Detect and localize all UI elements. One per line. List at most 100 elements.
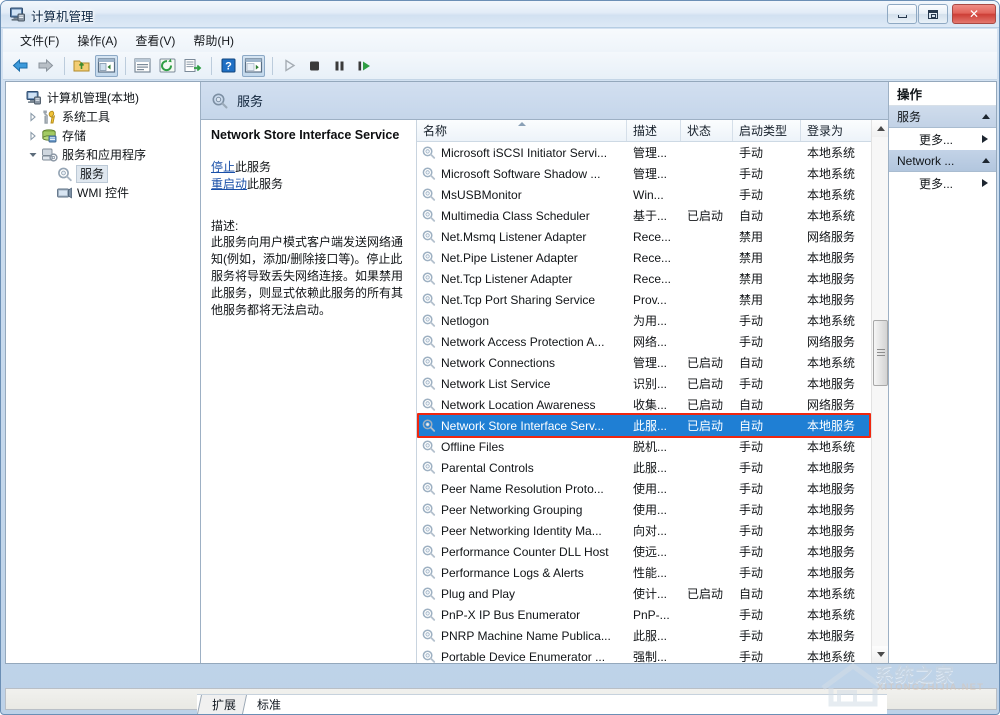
arrow-right-icon	[36, 57, 55, 74]
table-row[interactable]: PNRP Machine Name Publica...此服...手动本地服务	[417, 625, 871, 646]
action-more-network-store[interactable]: 更多...	[889, 172, 996, 194]
action-group-network-store[interactable]: Network ...	[889, 150, 996, 172]
caret-up-icon[interactable]	[982, 158, 990, 163]
minimize-button[interactable]	[887, 4, 917, 24]
table-row[interactable]: Netlogon为用...手动本地系统	[417, 310, 871, 331]
forward-button[interactable]	[34, 55, 57, 77]
tree-node-label: 服务	[76, 165, 108, 183]
chevron-right-icon[interactable]	[25, 109, 41, 125]
service-name-text: Performance Logs & Alerts	[441, 566, 584, 580]
tree-node-2[interactable]: 存储	[6, 126, 200, 145]
tree-node-3[interactable]: 服务和应用程序	[6, 145, 200, 164]
tree-node-5[interactable]: WMI 控件	[6, 183, 200, 202]
table-row[interactable]: Peer Networking Grouping使用...手动本地服务	[417, 499, 871, 520]
menu-file[interactable]: 文件(F)	[11, 29, 68, 52]
cell-startup: 自动	[733, 396, 801, 413]
table-row[interactable]: Network Connections管理...已启动自动本地系统	[417, 352, 871, 373]
table-row[interactable]: Performance Logs & Alerts性能...手动本地服务	[417, 562, 871, 583]
scroll-down-button[interactable]	[872, 646, 888, 663]
column-log-on-as[interactable]: 登录为	[801, 120, 871, 141]
tree-node-4[interactable]: 服务	[6, 164, 200, 183]
table-row[interactable]: Offline Files脱机...手动本地系统	[417, 436, 871, 457]
stop-service-link[interactable]: 停止	[211, 160, 235, 174]
table-row[interactable]: Microsoft Software Shadow ...管理...手动本地系统	[417, 163, 871, 184]
stop-icon	[305, 57, 324, 74]
menu-action[interactable]: 操作(A)	[68, 29, 126, 52]
table-row[interactable]: Network Store Interface Serv...此服...已启动自…	[417, 415, 871, 436]
up-one-level-button[interactable]	[70, 55, 93, 77]
service-gear-icon	[421, 292, 436, 307]
table-row[interactable]: Parental Controls此服...手动本地服务	[417, 457, 871, 478]
table-row[interactable]: Microsoft iSCSI Initiator Servi...管理...手…	[417, 142, 871, 163]
restart-service-button[interactable]	[353, 55, 376, 77]
scrollbar-thumb[interactable]	[873, 320, 888, 386]
stop-service-button[interactable]	[303, 55, 326, 77]
table-row[interactable]: Peer Name Resolution Proto...使用...手动本地服务	[417, 478, 871, 499]
restart-service-link[interactable]: 重启动	[211, 177, 247, 191]
restart-service-link-line: 重启动此服务	[211, 176, 406, 193]
service-gear-icon	[421, 523, 436, 538]
action-group-services[interactable]: 服务	[889, 106, 996, 128]
table-row[interactable]: Net.Msmq Listener AdapterRece...禁用网络服务	[417, 226, 871, 247]
table-row[interactable]: Multimedia Class Scheduler基于...已启动自动本地系统	[417, 205, 871, 226]
cell-description: 此服...	[627, 417, 681, 434]
services-list-pane: 名称描述状态启动类型登录为 Microsoft iSCSI Initiator …	[417, 120, 871, 663]
chevron-right-icon[interactable]	[25, 128, 41, 144]
properties-button[interactable]	[131, 55, 154, 77]
tab-standard[interactable]: 标准	[242, 695, 293, 714]
start-service-button[interactable]	[278, 55, 301, 77]
table-row[interactable]: Network Access Protection A...网络...手动网络服…	[417, 331, 871, 352]
services-list-scrollbar[interactable]	[871, 120, 888, 663]
table-row[interactable]: Net.Pipe Listener AdapterRece...禁用本地服务	[417, 247, 871, 268]
close-button[interactable]: ✕	[952, 4, 996, 24]
refresh-icon	[158, 57, 177, 74]
table-row[interactable]: MsUSBMonitorWin...手动本地系统	[417, 184, 871, 205]
menu-help[interactable]: 帮助(H)	[184, 29, 243, 52]
cell-description: 强制...	[627, 648, 681, 663]
cell-description: 为用...	[627, 312, 681, 329]
service-name-text: Microsoft iSCSI Initiator Servi...	[441, 146, 607, 160]
sort-ascending-icon	[518, 122, 526, 126]
service-name-text: Net.Tcp Port Sharing Service	[441, 293, 595, 307]
action-more-services[interactable]: 更多...	[889, 128, 996, 150]
tree-node-1[interactable]: 系统工具	[6, 107, 200, 126]
pause-service-button[interactable]	[328, 55, 351, 77]
cell-logon: 本地系统	[801, 585, 871, 602]
table-row[interactable]: Network List Service识别...已启动手动本地服务	[417, 373, 871, 394]
show-action-pane-button[interactable]	[242, 55, 265, 77]
table-row[interactable]: Portable Device Enumerator ...强制...手动本地系…	[417, 646, 871, 663]
table-row[interactable]: Performance Counter DLL Host使远...手动本地服务	[417, 541, 871, 562]
table-row[interactable]: Plug and Play使计...已启动自动本地系统	[417, 583, 871, 604]
column-description[interactable]: 描述	[627, 120, 681, 141]
cell-logon: 本地系统	[801, 312, 871, 329]
show-hide-tree-button[interactable]	[95, 55, 118, 77]
services-list-rows[interactable]: Microsoft iSCSI Initiator Servi...管理...手…	[417, 142, 871, 663]
service-name-text: Performance Counter DLL Host	[441, 545, 609, 559]
table-row[interactable]: Peer Networking Identity Ma...向对...手动本地服…	[417, 520, 871, 541]
service-detail-links: 停止此服务重启动此服务	[211, 159, 406, 193]
tree-node-0[interactable]: 计算机管理(本地)	[6, 88, 200, 107]
column-status[interactable]: 状态	[681, 120, 733, 141]
chevron-down-icon[interactable]	[25, 147, 41, 163]
menu-view[interactable]: 查看(V)	[126, 29, 184, 52]
caret-up-icon[interactable]	[982, 114, 990, 119]
cell-status: 已启动	[681, 354, 733, 371]
table-row[interactable]: Net.Tcp Port Sharing ServiceProv...禁用本地服…	[417, 289, 871, 310]
table-row[interactable]: Net.Tcp Listener AdapterRece...禁用本地服务	[417, 268, 871, 289]
cell-startup: 手动	[733, 165, 801, 182]
column-name[interactable]: 名称	[417, 120, 627, 141]
refresh-button[interactable]	[156, 55, 179, 77]
export-list-button[interactable]	[181, 55, 204, 77]
back-button[interactable]	[9, 55, 32, 77]
column-startup-type[interactable]: 启动类型	[733, 120, 801, 141]
table-row[interactable]: PnP-X IP Bus EnumeratorPnP-...手动本地系统	[417, 604, 871, 625]
scroll-up-button[interactable]	[872, 120, 888, 137]
tab-extended[interactable]: 扩展	[197, 695, 248, 714]
service-name-text: Peer Networking Identity Ma...	[441, 524, 602, 538]
console-tree-pane[interactable]: 计算机管理(本地)系统工具存储服务和应用程序服务WMI 控件	[6, 82, 201, 663]
cell-startup: 禁用	[733, 291, 801, 308]
help-button[interactable]: ?	[217, 55, 240, 77]
maximize-button[interactable]	[918, 4, 948, 24]
table-row[interactable]: Network Location Awareness收集...已启动自动网络服务	[417, 394, 871, 415]
cell-name: Performance Counter DLL Host	[417, 544, 627, 559]
